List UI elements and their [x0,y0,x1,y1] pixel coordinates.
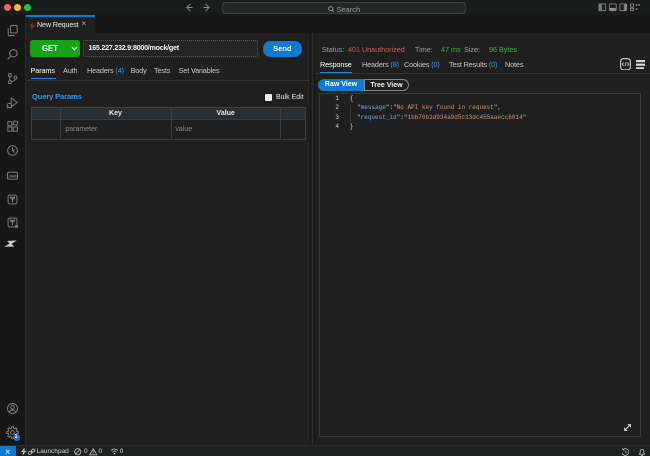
svg-text:JAM: JAM [8,173,16,178]
